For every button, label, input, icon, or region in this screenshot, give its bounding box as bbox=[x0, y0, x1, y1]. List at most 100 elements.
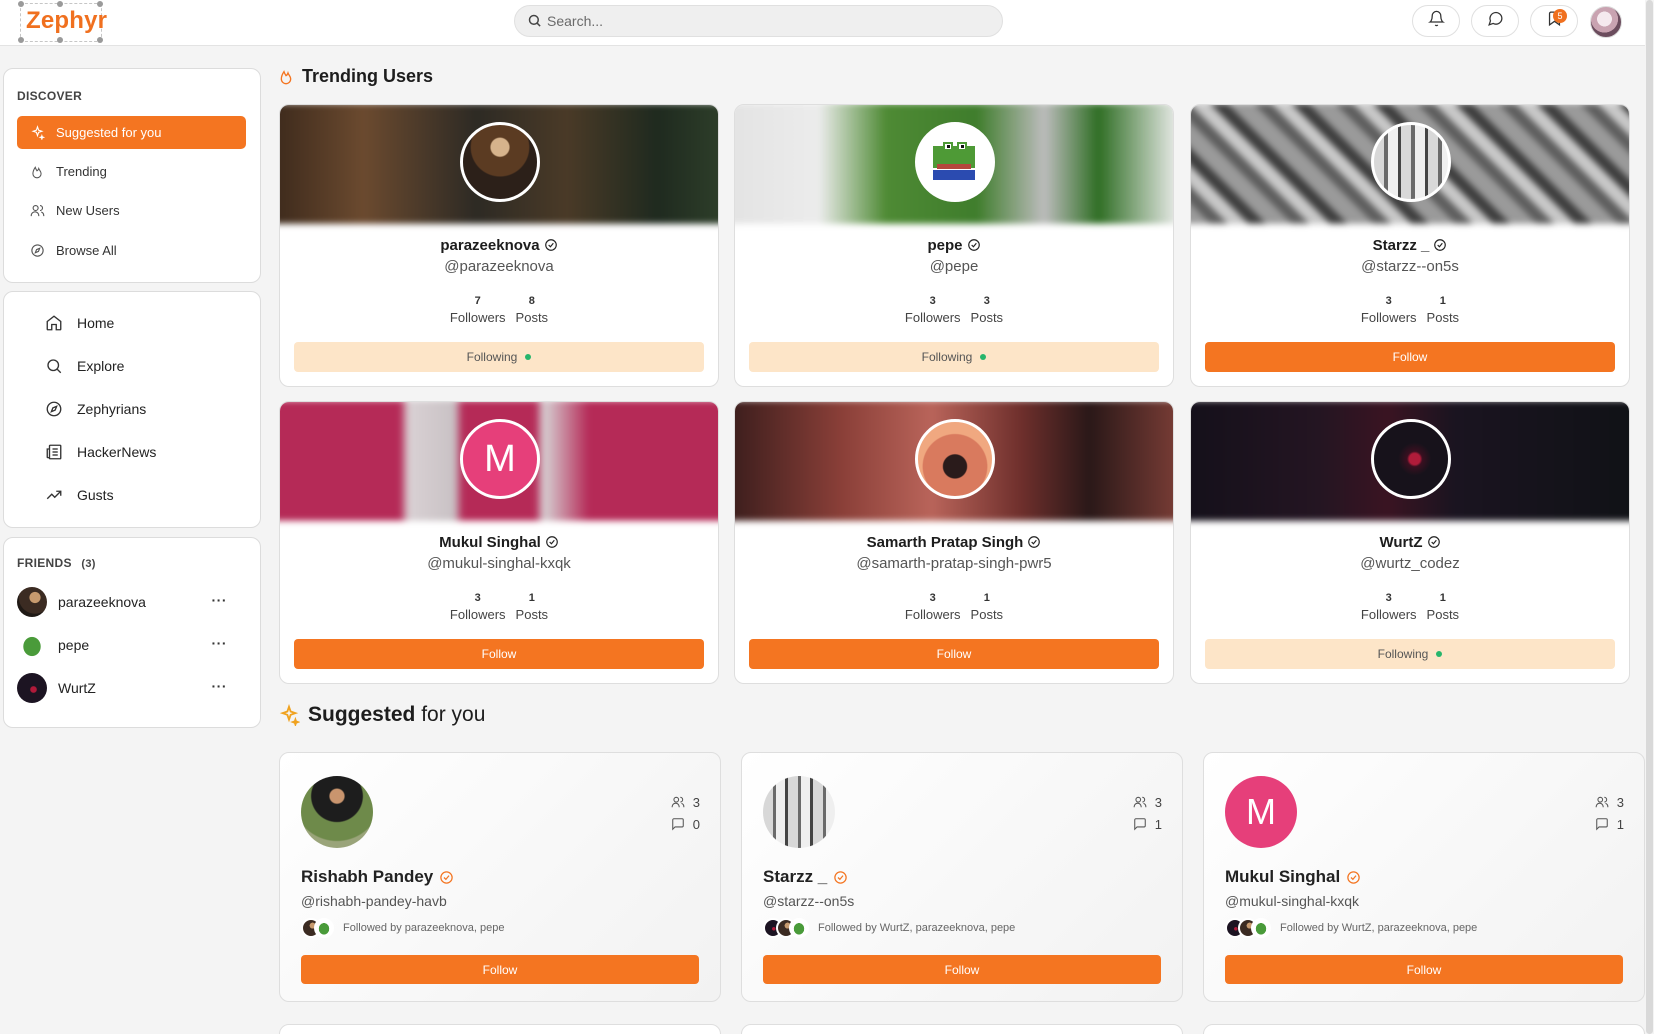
user-counts: 3 0 bbox=[671, 791, 700, 835]
following-button[interactable]: Following bbox=[294, 342, 704, 372]
friends-count: (3) bbox=[81, 558, 96, 570]
nav-item-explore[interactable]: Explore bbox=[44, 351, 124, 381]
trending-user-card[interactable]: WurtZ @wurtz_codez 3 Followers 1 Posts Fol… bbox=[1190, 401, 1630, 684]
user-stats: 3 Followers 1 Posts bbox=[1191, 592, 1629, 622]
nav-panel: Home Explore Zephyrians HackerNews Gusts bbox=[3, 291, 261, 528]
nav-item-label: Explore bbox=[77, 358, 125, 374]
sparkle-icon bbox=[278, 704, 300, 726]
discover-item-suggested[interactable]: Suggested for you bbox=[17, 116, 246, 149]
trending-user-card[interactable]: pepe @pepe 3 Followers 3 Posts Following bbox=[734, 104, 1174, 387]
trending-user-card[interactable]: Starzz _ @starzz--on5s 3 Followers 1 Posts… bbox=[1190, 104, 1630, 387]
message-icon bbox=[1487, 10, 1504, 32]
discover-item-browse-all[interactable]: Browse All bbox=[17, 234, 246, 267]
nav-item-home[interactable]: Home bbox=[44, 308, 114, 338]
follow-button[interactable]: Follow bbox=[1205, 342, 1615, 372]
users-icon bbox=[29, 203, 45, 219]
suggested-user-card-partial bbox=[741, 1024, 1183, 1034]
followers-count: 3 bbox=[1595, 791, 1624, 813]
verified-icon bbox=[439, 870, 454, 885]
posts-count: 1 bbox=[1595, 813, 1624, 835]
user-stats: 3 Followers 1 Posts bbox=[735, 592, 1173, 622]
follow-button[interactable]: Follow bbox=[294, 639, 704, 669]
flame-icon bbox=[29, 164, 45, 180]
profile-avatar bbox=[1371, 419, 1451, 499]
posts-stat: 3 Posts bbox=[971, 295, 1004, 325]
follow-button[interactable]: Follow bbox=[763, 955, 1161, 984]
suggested-user-card-partial bbox=[279, 1024, 721, 1034]
posts-label: Posts bbox=[970, 310, 1004, 325]
follow-button[interactable]: Follow bbox=[749, 639, 1159, 669]
button-label: Following bbox=[466, 350, 518, 364]
more-options-icon[interactable]: ··· bbox=[212, 635, 228, 651]
trending-user-card[interactable]: M Mukul Singhal @mukul-singhal-kxqk 3 Fol… bbox=[279, 401, 719, 684]
discover-item-label: Browse All bbox=[56, 243, 117, 258]
suggested-user-card[interactable]: M 3 1 Mukul Singhal @mukul-singhal-kxqk … bbox=[1203, 752, 1645, 1002]
following-button[interactable]: Following bbox=[1205, 639, 1615, 669]
profile-avatar bbox=[301, 776, 373, 848]
friend-avatar bbox=[17, 673, 47, 703]
notifications-button[interactable] bbox=[1412, 5, 1460, 37]
follow-button[interactable]: Follow bbox=[301, 955, 699, 984]
discover-item-new-users[interactable]: New Users bbox=[17, 194, 246, 227]
user-name-text: Mukul Singhal bbox=[439, 534, 541, 551]
users-icon bbox=[671, 796, 685, 808]
following-button[interactable]: Following bbox=[749, 342, 1159, 372]
friend-item[interactable]: WurtZ ··· bbox=[17, 672, 246, 704]
user-avatar[interactable] bbox=[1590, 6, 1622, 38]
posts-label: Posts bbox=[1426, 310, 1460, 325]
nav-item-zephyrians[interactable]: Zephyrians bbox=[44, 394, 146, 424]
nav-item-label: Gusts bbox=[77, 487, 114, 503]
search-bar[interactable] bbox=[514, 5, 1003, 37]
suggested-title-b: for you bbox=[421, 703, 486, 726]
followers-stat: 3 Followers bbox=[905, 592, 961, 622]
profile-avatar: M bbox=[460, 419, 540, 499]
user-name: Rishabh Pandey bbox=[301, 867, 454, 887]
posts-count: 1 bbox=[1439, 295, 1446, 307]
suggested-user-card[interactable]: 3 1 Starzz _ @starzz--on5s Followed by W… bbox=[741, 752, 1183, 1002]
user-name-text: WurtZ bbox=[1379, 534, 1423, 551]
user-handle: @rishabh-pandey-havb bbox=[301, 893, 447, 909]
friend-item[interactable]: parazeeknova ··· bbox=[17, 586, 246, 618]
notification-badge: 5 bbox=[1553, 9, 1567, 23]
search-input[interactable] bbox=[547, 6, 987, 36]
flame-icon bbox=[278, 68, 294, 86]
avatar-letter: M bbox=[484, 437, 516, 480]
nav-item-hackernews[interactable]: HackerNews bbox=[44, 437, 156, 467]
trending-user-card[interactable]: parazeeknova @parazeeknova 7 Followers 8 P… bbox=[279, 104, 719, 387]
suggested-section-title: Suggested for you bbox=[278, 703, 485, 727]
trending-user-card[interactable]: Samarth Pratap Singh @samarth-pratap-sin… bbox=[734, 401, 1174, 684]
verified-icon bbox=[544, 238, 558, 256]
followed-by: Followed by WurtZ, parazeeknova, pepe bbox=[1225, 917, 1477, 939]
sparkle-icon bbox=[29, 125, 45, 141]
more-options-icon[interactable]: ··· bbox=[212, 592, 228, 608]
user-handle: @mukul-singhal-kxqk bbox=[427, 555, 571, 572]
follow-button[interactable]: Follow bbox=[1225, 955, 1623, 984]
user-name: WurtZ bbox=[1191, 534, 1629, 553]
user-name-text: Rishabh Pandey bbox=[301, 867, 434, 886]
bookmarks-button[interactable]: 5 bbox=[1530, 5, 1578, 37]
scrollbar-thumb[interactable] bbox=[1646, 0, 1653, 1034]
posts-stat: 1 Posts bbox=[1427, 295, 1460, 325]
verified-icon bbox=[1427, 535, 1441, 553]
user-name-text: pepe bbox=[927, 237, 963, 254]
button-label: Following bbox=[921, 350, 973, 364]
discover-item-trending[interactable]: Trending bbox=[17, 155, 246, 188]
user-stats: 3 Followers 1 Posts bbox=[280, 592, 718, 622]
page-scrollbar[interactable] bbox=[1645, 0, 1654, 1034]
messages-button[interactable] bbox=[1471, 5, 1519, 37]
nav-item-gusts[interactable]: Gusts bbox=[44, 480, 114, 510]
followers-count: 3 bbox=[474, 592, 481, 604]
discover-title: DISCOVER bbox=[17, 89, 83, 103]
verified-icon bbox=[1346, 870, 1361, 885]
posts-stat: 1 Posts bbox=[971, 592, 1004, 622]
comment-icon bbox=[671, 818, 684, 831]
followers-label: Followers bbox=[1360, 310, 1417, 325]
user-handle: @mukul-singhal-kxqk bbox=[1225, 893, 1360, 909]
app-logo[interactable]: Zephyr bbox=[26, 7, 107, 35]
more-options-icon[interactable]: ··· bbox=[212, 678, 228, 694]
suggested-user-card[interactable]: 3 0 Rishabh Pandey @rishabh-pandey-havb … bbox=[279, 752, 721, 1002]
followers-stat: 3 Followers bbox=[450, 592, 506, 622]
friend-item[interactable]: pepe ··· bbox=[17, 629, 246, 661]
trending-section-title: Trending Users bbox=[278, 66, 433, 87]
user-handle: @starzz--on5s bbox=[1361, 258, 1459, 275]
